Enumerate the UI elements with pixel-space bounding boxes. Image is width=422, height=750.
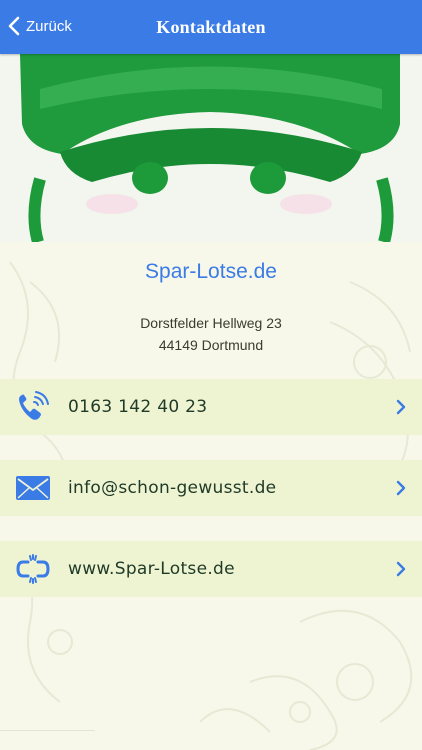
website-row[interactable]: www.Spar-Lotse.de xyxy=(0,541,422,597)
chevron-left-icon xyxy=(8,16,20,36)
company-address: Dorstfelder Hellweg 23 44149 Dortmund xyxy=(0,312,422,356)
navigation-bar: Zurück Kontaktdaten xyxy=(0,0,422,54)
mail-icon xyxy=(16,472,50,504)
phone-row[interactable]: 0163 142 40 23 xyxy=(0,379,422,435)
phone-icon xyxy=(16,391,50,423)
mascot-illustration xyxy=(0,54,422,242)
email-address: info@schon-gewusst.de xyxy=(68,478,277,498)
back-button-label: Zurück xyxy=(26,17,72,35)
chevron-right-icon xyxy=(396,399,406,415)
address-street: Dorstfelder Hellweg 23 xyxy=(140,315,282,331)
chevron-right-icon xyxy=(396,561,406,577)
chevron-right-icon xyxy=(396,480,406,496)
company-name: Spar-Lotse.de xyxy=(145,260,277,283)
header-image xyxy=(0,54,422,242)
content-area: Spar-Lotse.de Dorstfelder Hellweg 23 441… xyxy=(0,242,422,750)
page-title: Kontaktdaten xyxy=(156,16,266,37)
email-row[interactable]: info@schon-gewusst.de xyxy=(0,460,422,516)
address-city: 44149 Dortmund xyxy=(158,337,264,353)
divider xyxy=(0,730,95,731)
back-button[interactable]: Zurück xyxy=(8,12,72,40)
phone-number: 0163 142 40 23 xyxy=(68,397,208,417)
link-icon xyxy=(16,553,50,585)
website-url: www.Spar-Lotse.de xyxy=(68,559,235,579)
